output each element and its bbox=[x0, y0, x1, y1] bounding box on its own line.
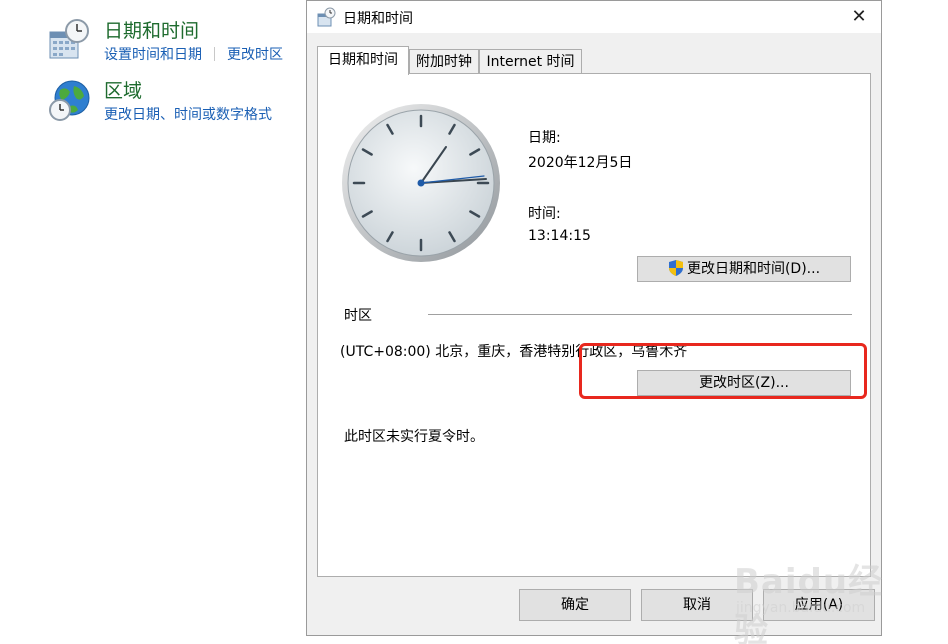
cp-datetime-links: 设置时间和日期 更改时区 bbox=[104, 46, 283, 64]
globe-clock-icon[interactable] bbox=[48, 78, 92, 122]
cp-region-links: 更改日期、时间或数字格式 bbox=[104, 106, 272, 124]
change-timezone-link[interactable]: 更改时区 bbox=[227, 47, 283, 63]
time-value: 13:14:15 bbox=[528, 228, 591, 244]
close-icon[interactable]: ✕ bbox=[845, 5, 873, 29]
date-value: 2020年12月5日 bbox=[528, 155, 633, 171]
change-datetime-button[interactable]: 更改日期和时间(D)... bbox=[637, 256, 851, 282]
dst-note: 此时区未实行夏令时。 bbox=[344, 429, 484, 445]
date-label: 日期: bbox=[528, 130, 561, 146]
set-time-date-link[interactable]: 设置时间和日期 bbox=[104, 47, 202, 63]
change-datetime-label: 更改日期和时间(D)... bbox=[686, 261, 821, 277]
screen: 日期和时间 设置时间和日期 更改时区 区域 更改日期、时间或数字格式 日期和时间… bbox=[0, 0, 948, 644]
date-time-panel: 日期: 2020年12月5日 时间: 13:14:15 更改日期和时间(D)..… bbox=[317, 73, 871, 577]
calendar-clock-icon bbox=[317, 7, 336, 27]
dialog-title: 日期和时间 bbox=[343, 11, 413, 27]
change-format-link[interactable]: 更改日期、时间或数字格式 bbox=[104, 107, 272, 123]
cp-region-title[interactable]: 区域 bbox=[104, 78, 142, 104]
cancel-button[interactable]: 取消 bbox=[641, 589, 753, 621]
timezone-section-label: 时区 bbox=[344, 308, 372, 324]
link-separator bbox=[214, 47, 215, 61]
timezone-divider bbox=[428, 314, 852, 315]
calendar-clock-icon[interactable] bbox=[48, 18, 92, 62]
cp-datetime-title[interactable]: 日期和时间 bbox=[104, 18, 199, 44]
datetime-dialog: 日期和时间 ✕ 日期和时间 附加时钟 Internet 时间 日期: 2020年… bbox=[306, 0, 882, 636]
tab-date-time[interactable]: 日期和时间 bbox=[317, 46, 409, 75]
ok-button[interactable]: 确定 bbox=[519, 589, 631, 621]
uac-shield-icon bbox=[668, 260, 683, 276]
dialog-titlebar[interactable]: 日期和时间 ✕ bbox=[307, 1, 881, 33]
apply-button[interactable]: 应用(A) bbox=[763, 589, 875, 621]
annotation-highlight-box bbox=[579, 343, 867, 399]
tab-additional-clocks[interactable]: 附加时钟 bbox=[409, 49, 479, 73]
tab-internet-time[interactable]: Internet 时间 bbox=[479, 49, 582, 73]
analog-clock-icon bbox=[342, 104, 500, 262]
time-label: 时间: bbox=[528, 206, 561, 222]
